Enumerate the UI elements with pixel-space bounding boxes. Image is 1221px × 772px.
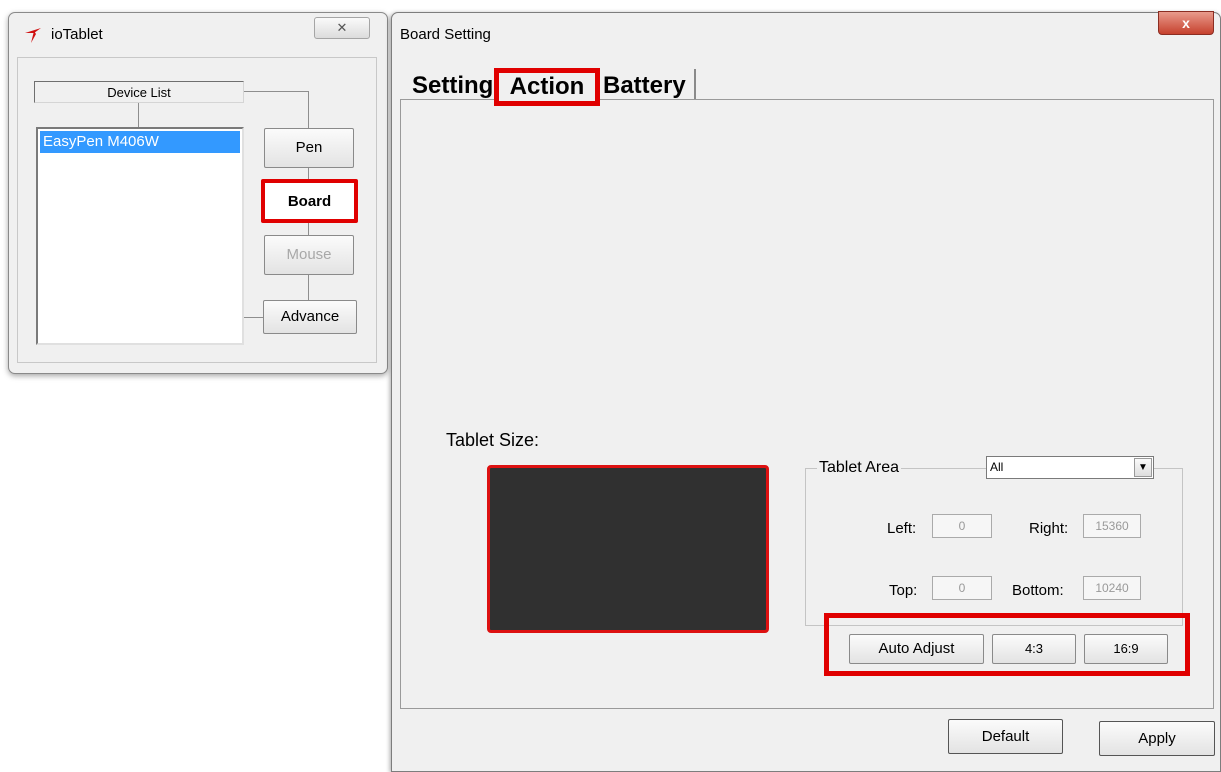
connector-line [308, 91, 309, 128]
iotablet-logo-icon [25, 28, 41, 43]
ratio-16-9-button[interactable]: 16:9 [1084, 634, 1168, 664]
board-setting-title: Board Setting [400, 26, 491, 43]
iotablet-title: ioTablet [51, 26, 103, 43]
close-button[interactable]: x [1158, 11, 1214, 35]
mouse-button[interactable]: Mouse [264, 235, 354, 275]
bottom-label: Bottom: [1012, 582, 1064, 599]
right-label: Right: [1029, 520, 1069, 537]
board-setting-window: Board Setting x Setting Action Battery T… [391, 11, 1221, 772]
close-button[interactable]: ✕ [314, 17, 370, 39]
device-list-item[interactable]: EasyPen M406W [40, 131, 240, 153]
left-label: Left: [887, 520, 917, 537]
tablet-area-preview [487, 465, 769, 633]
connector-line [308, 275, 309, 300]
iotablet-window: ioTablet ✕ Device List EasyPen M406W Pen… [8, 12, 388, 374]
advance-button[interactable]: Advance [263, 300, 357, 334]
bottom-field[interactable]: 10240 [1083, 576, 1141, 600]
pen-button[interactable]: Pen [264, 128, 354, 168]
chevron-down-icon[interactable]: ▼ [1134, 458, 1152, 477]
connector-line [138, 103, 139, 127]
connector-line [308, 223, 309, 235]
tablet-size-label: Tablet Size: [446, 430, 540, 450]
tab-setting[interactable]: Setting [412, 72, 493, 100]
default-button[interactable]: Default [948, 719, 1063, 754]
tab-separator [694, 69, 696, 99]
tab-battery[interactable]: Battery [603, 72, 686, 100]
apply-button[interactable]: Apply [1099, 721, 1215, 756]
iotablet-titlebar[interactable]: ioTablet ✕ [9, 13, 387, 53]
tablet-area-group [805, 468, 1183, 626]
device-list-header: Device List [34, 81, 244, 103]
top-field[interactable]: 0 [932, 576, 992, 600]
left-field[interactable]: 0 [932, 514, 992, 538]
ratio-4-3-button[interactable]: 4:3 [992, 634, 1076, 664]
right-field[interactable]: 15360 [1083, 514, 1141, 538]
connector-line [244, 91, 308, 92]
auto-adjust-button[interactable]: Auto Adjust [849, 634, 984, 664]
top-label: Top: [889, 582, 918, 599]
device-listbox[interactable]: EasyPen M406W [36, 127, 244, 345]
board-button[interactable]: Board [261, 179, 358, 223]
connector-line [244, 317, 263, 318]
tablet-area-label: Tablet Area [817, 459, 902, 477]
tablet-area-select[interactable]: All [986, 456, 1154, 479]
connector-line [308, 168, 309, 179]
